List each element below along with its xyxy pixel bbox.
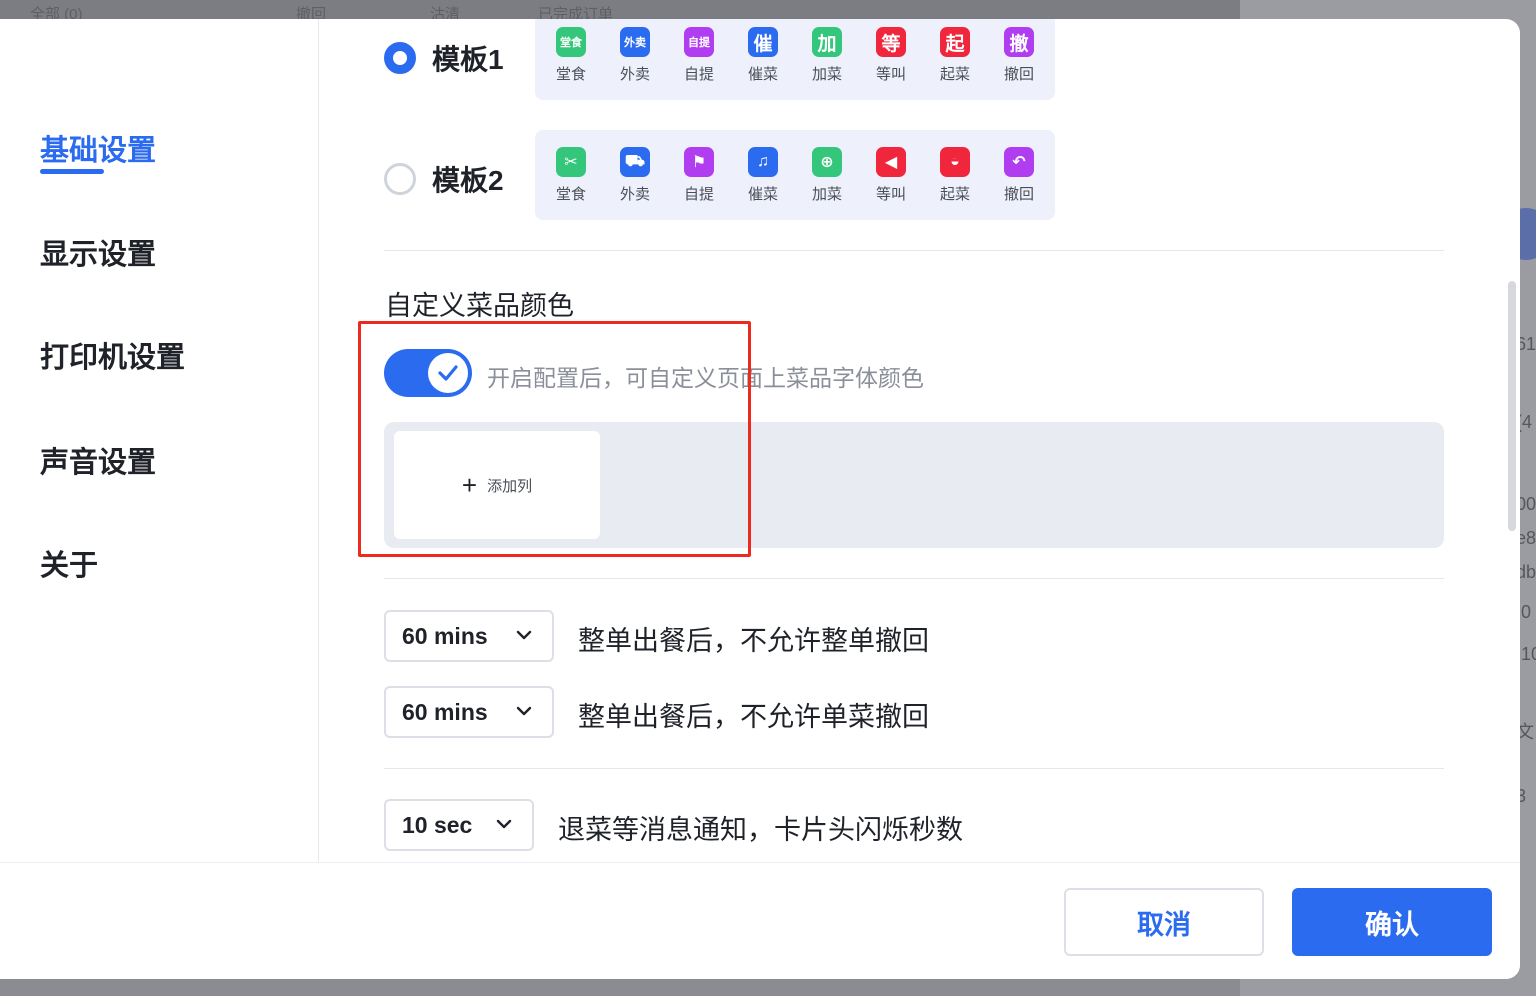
add-column-label: 添加列: [487, 477, 533, 495]
check-icon: [438, 365, 458, 381]
scooter-icon: ⛟: [620, 147, 650, 177]
select-value: 60 mins: [402, 698, 488, 725]
custom-color-hint: 开启配置后，可自定义页面上菜品字体颜色: [487, 365, 924, 391]
nav-printer-settings[interactable]: 打印机设置: [40, 334, 185, 376]
undo-icon: ↶: [1004, 147, 1034, 177]
plus-icon: +: [461, 470, 478, 500]
icon-label: 外卖: [619, 186, 650, 203]
dine-in-icon: 堂食: [556, 27, 586, 57]
icon-label: 催菜: [747, 186, 778, 203]
template1-radio[interactable]: [384, 42, 416, 74]
add-dish-icon: 加: [812, 27, 842, 57]
template1-dine-in: 堂食 堂食: [549, 27, 593, 84]
template1-add-dish: 加 加菜: [805, 27, 849, 84]
icon-label: 撤回: [1003, 186, 1034, 203]
add-column-button[interactable]: + 添加列: [394, 431, 600, 539]
person-box-icon: ⚑: [684, 147, 714, 177]
template2-label: 模板2: [432, 165, 504, 196]
rush-icon: 催: [748, 27, 778, 57]
template1-radio-option[interactable]: 模板1: [384, 38, 504, 78]
flash-seconds-desc: 退菜等消息通知，卡片头闪烁秒数: [558, 815, 963, 845]
confirm-button[interactable]: 确认: [1292, 888, 1492, 956]
template1-icon-preview: 堂食 堂食 外卖 外卖 自提 自提 催 催菜 加 加菜 等 等叫 起 起菜 撤 …: [535, 19, 1055, 100]
template2-dine-in: ✂ 堂食: [549, 147, 593, 204]
toggle-knob: [428, 353, 468, 393]
icon-label: 堂食: [555, 66, 586, 83]
content-scrollbar[interactable]: [1508, 281, 1516, 531]
icon-label: 加菜: [811, 186, 842, 203]
icon-label: 等叫: [875, 66, 906, 83]
settings-sidebar: 基础设置 显示设置 打印机设置 声音设置 关于: [0, 19, 319, 862]
template1-withdraw: 撤 撤回: [997, 27, 1041, 84]
icon-label: 堂食: [555, 186, 586, 203]
order-withdraw-desc: 整单出餐后，不允许整单撤回: [578, 626, 929, 656]
wait-call-icon: 等: [876, 27, 906, 57]
select-value: 10 sec: [402, 811, 473, 838]
icon-label: 催菜: [747, 66, 778, 83]
template2-withdraw: ↶ 撤回: [997, 147, 1041, 204]
icon-label: 撤回: [1003, 66, 1034, 83]
divider: [384, 250, 1444, 251]
template2-radio-option[interactable]: 模板2: [384, 159, 504, 199]
divider: [384, 768, 1444, 769]
icon-label: 加菜: [811, 66, 842, 83]
custom-color-title: 自定义菜品颜色: [385, 291, 574, 321]
template1-serve: 起 起菜: [933, 27, 977, 84]
template1-pickup: 自提 自提: [677, 27, 721, 84]
chevron-down-icon: [516, 706, 532, 716]
dish-withdraw-time-select[interactable]: 60 mins: [384, 686, 554, 738]
background-toolbar: 全部 (0) 撤回 沽清 已完成订单: [0, 0, 1240, 23]
template1-takeout: 外卖 外卖: [613, 27, 657, 84]
template2-pickup: ⚑ 自提: [677, 147, 721, 204]
dialog-footer: 取消 确认: [0, 862, 1520, 979]
template2-serve: ◒ 起菜: [933, 147, 977, 204]
icon-label: 等叫: [875, 186, 906, 203]
template2-radio[interactable]: [384, 163, 416, 195]
template2-wait-call: ◀ 等叫: [869, 147, 913, 204]
icon-label: 起菜: [939, 186, 970, 203]
settings-dialog: 基础设置 显示设置 打印机设置 声音设置 关于 模板1 堂食 堂食 外卖 外卖 …: [0, 19, 1520, 979]
custom-color-columns: + 添加列: [384, 422, 1444, 548]
order-withdraw-time-select[interactable]: 60 mins: [384, 610, 554, 662]
dish-withdraw-desc: 整单出餐后，不允许单菜撤回: [578, 702, 929, 732]
active-nav-indicator: [40, 169, 104, 174]
pickup-icon: 自提: [684, 27, 714, 57]
bell-icon: ♫: [748, 147, 778, 177]
settings-content: 模板1 堂食 堂食 外卖 外卖 自提 自提 催 催菜 加 加菜 等 等叫 起 起…: [320, 19, 1520, 862]
template1-wait-call: 等 等叫: [869, 27, 913, 84]
icon-label: 外卖: [619, 66, 650, 83]
cancel-button[interactable]: 取消: [1064, 888, 1264, 956]
icon-label: 自提: [683, 66, 714, 83]
takeout-icon: 外卖: [620, 27, 650, 57]
icon-label: 自提: [683, 186, 714, 203]
icon-label: 起菜: [939, 66, 970, 83]
utensils-icon: ✂: [556, 147, 586, 177]
nav-basic-settings[interactable]: 基础设置: [40, 127, 156, 169]
chevron-down-icon: [516, 630, 532, 640]
nav-sound-settings[interactable]: 声音设置: [40, 439, 156, 481]
custom-color-toggle[interactable]: [384, 349, 472, 397]
template2-rush: ♫ 催菜: [741, 147, 785, 204]
template2-icon-preview: ✂ 堂食 ⛟ 外卖 ⚑ 自提 ♫ 催菜 ⊕ 加菜 ◀ 等叫 ◒ 起菜 ↶ 撤回: [535, 130, 1055, 220]
nav-about[interactable]: 关于: [40, 542, 98, 584]
serve-icon: 起: [940, 27, 970, 57]
chevron-down-icon: [496, 819, 512, 829]
nav-display-settings[interactable]: 显示设置: [40, 231, 156, 273]
template1-label: 模板1: [432, 44, 504, 75]
template1-rush: 催 催菜: [741, 27, 785, 84]
withdraw-icon: 撤: [1004, 27, 1034, 57]
select-value: 60 mins: [402, 622, 488, 649]
divider: [384, 578, 1444, 579]
dish-plus-icon: ⊕: [812, 147, 842, 177]
megaphone-icon: ◀: [876, 147, 906, 177]
template2-takeout: ⛟ 外卖: [613, 147, 657, 204]
flash-seconds-select[interactable]: 10 sec: [384, 799, 534, 851]
template2-add-dish: ⊕ 加菜: [805, 147, 849, 204]
cloche-icon: ◒: [940, 147, 970, 177]
